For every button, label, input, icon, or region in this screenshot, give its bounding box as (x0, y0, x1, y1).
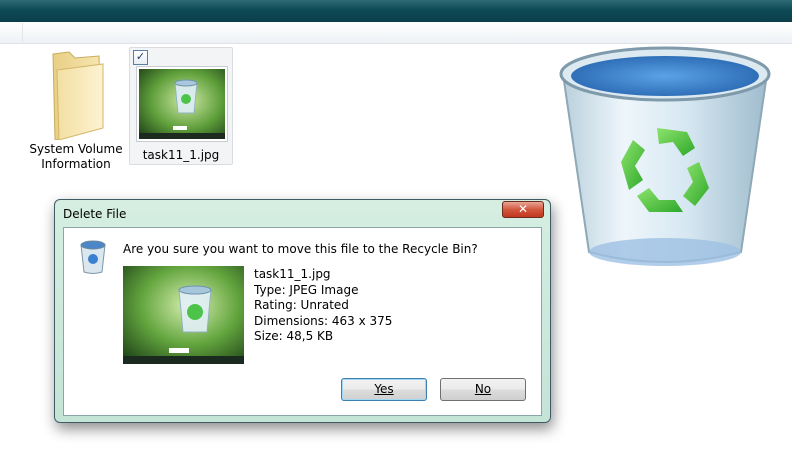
file-rating: Rating: Unrated (254, 298, 349, 312)
file-label: task11_1.jpg (142, 148, 220, 162)
close-icon: ✕ (517, 202, 529, 216)
file-dimensions: Dimensions: 463 x 375 (254, 313, 393, 328)
file-preview-image (123, 266, 244, 364)
window-titlebar (0, 0, 792, 22)
file-name: task11_1.jpg (254, 267, 331, 281)
image-thumbnail (136, 66, 228, 142)
no-button[interactable]: No (440, 378, 526, 401)
delete-file-dialog: Delete File ✕ Are you sure you want to m… (54, 199, 551, 423)
file-size: Size: 48,5 KB (254, 329, 334, 343)
dialog-body: Are you sure you want to move this file … (63, 227, 542, 416)
recycle-bin-small-icon (79, 239, 107, 275)
close-button[interactable]: ✕ (502, 201, 544, 218)
yes-button-label: Yes (374, 382, 394, 396)
folder-label: System Volume Information (29, 142, 123, 171)
yes-button[interactable]: Yes (341, 378, 427, 401)
confirm-question: Are you sure you want to move this file … (123, 242, 478, 256)
file-type: Type: JPEG Image (254, 282, 359, 297)
dialog-title: Delete File (63, 207, 127, 221)
no-button-label: No (474, 382, 492, 396)
recycle-bin-icon (555, 40, 775, 272)
file-details: task11_1.jpg Type: JPEG Image Rating: Un… (254, 267, 392, 345)
toolbar-separator (22, 23, 23, 43)
folder-icon (45, 48, 107, 141)
file-item-task11-jpg[interactable]: ✓ task11_1.jpg (129, 47, 233, 165)
item-checkbox[interactable]: ✓ (133, 50, 148, 65)
folder-item-system-volume-information[interactable]: System Volume Information (28, 48, 124, 172)
